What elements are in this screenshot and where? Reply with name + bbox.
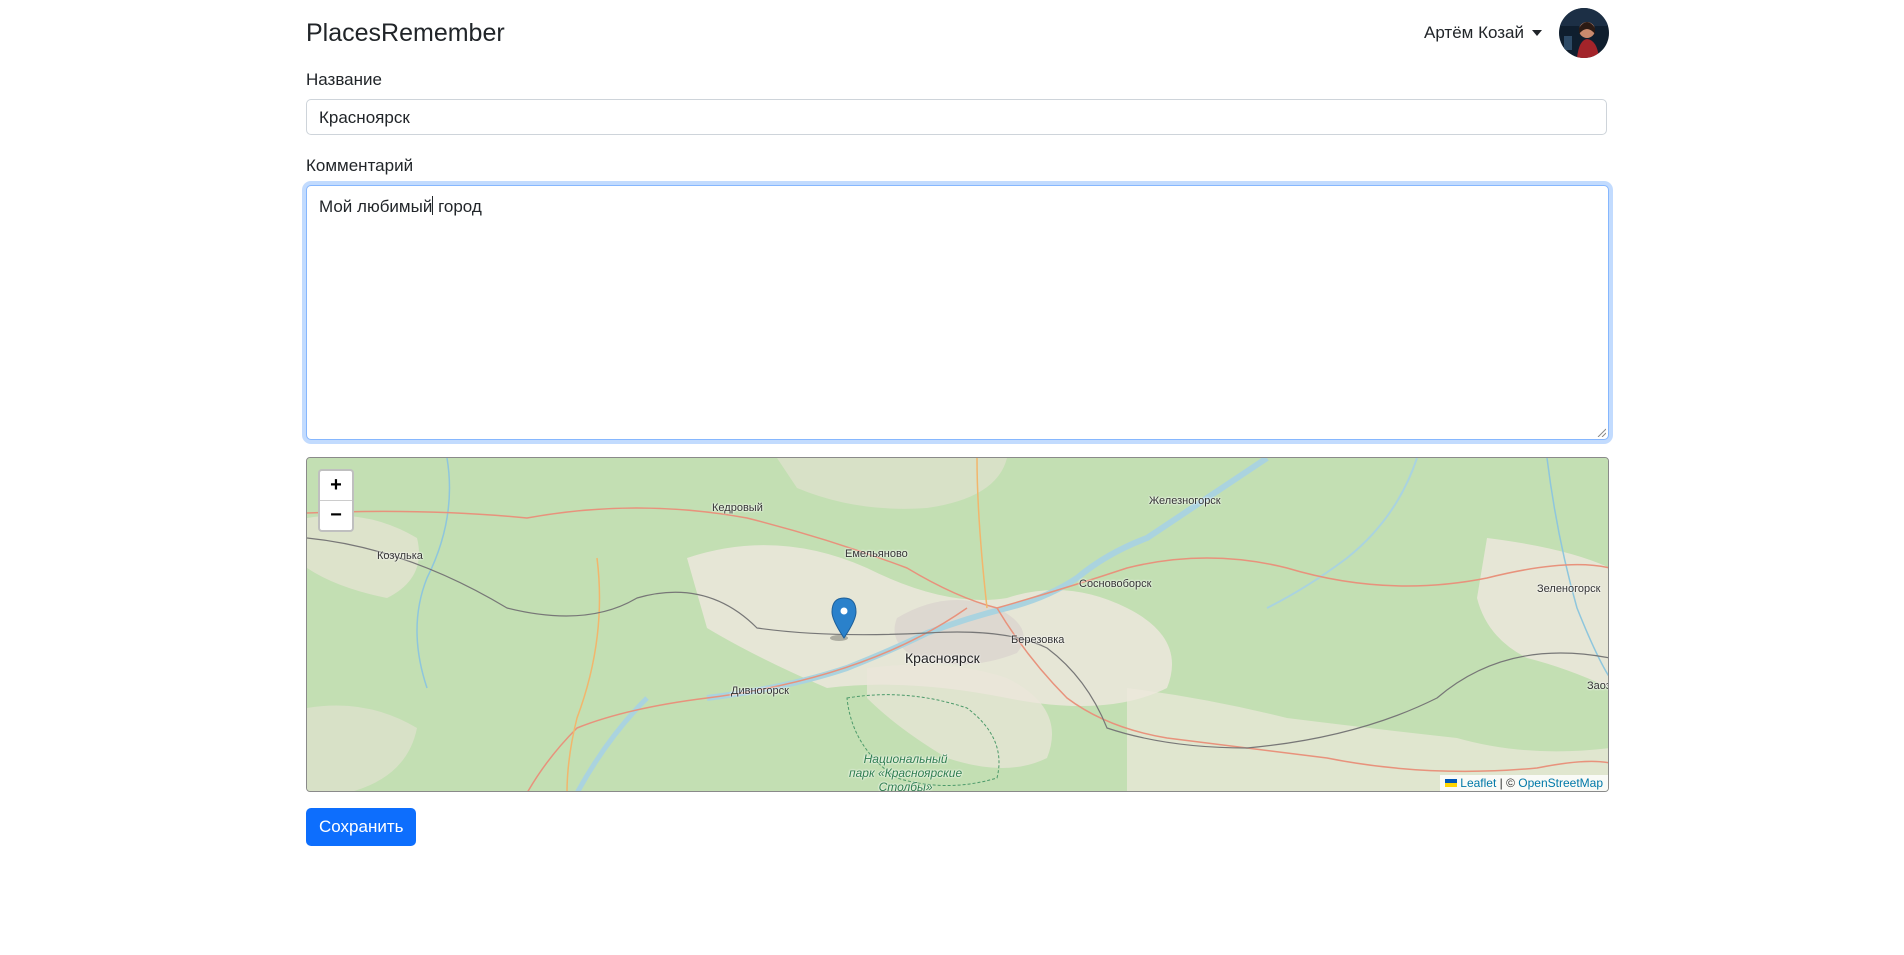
place-label: Емельяново [845,548,908,560]
user-menu[interactable]: Артём Козай [1424,8,1609,58]
save-button[interactable]: Сохранить [306,808,417,846]
resize-handle-icon[interactable] [1596,427,1606,437]
name-input[interactable]: Красноярск [306,99,1607,135]
map-tiles[interactable] [307,458,1609,792]
park-label-line: парк «Красноярские [849,766,963,780]
dropdown-caret-icon[interactable] [1532,30,1542,36]
leaflet-link[interactable]: Leaflet [1460,776,1496,790]
place-label: Березовка [1011,634,1065,646]
ukraine-flag-icon [1445,779,1458,787]
zoom-in-button[interactable]: + [320,471,352,501]
place-label: Железногорск [1149,495,1221,507]
place-label: Сосновоборск [1079,578,1152,590]
zoom-control: + − [318,469,354,532]
place-label: Дивногорск [731,685,789,697]
zoom-out-button[interactable]: − [320,501,352,530]
brand-logo[interactable]: PlacesRemember [306,19,505,48]
place-label: Зеленогорск [1537,583,1601,595]
name-label: Название [306,70,382,89]
navbar: PlacesRemember Артём Козай [306,0,1609,70]
map[interactable]: Кедровый Железногорск Козулька Емельянов… [306,457,1609,792]
place-label-city: Красноярск [905,650,980,666]
attribution-separator: | © [1496,776,1519,790]
user-name[interactable]: Артём Козай [1424,23,1524,43]
park-label: Национальный парк «Красноярские Столбы» [849,752,963,792]
openstreetmap-link[interactable]: OpenStreetMap [1518,776,1603,790]
comment-text-before-cursor: Мой любимый [319,197,433,216]
map-attribution: Leaflet | © OpenStreetMap [1440,775,1608,791]
place-label: Козулька [377,550,423,562]
place-label: Кедровый [712,502,763,514]
comment-label: Комментарий [306,156,414,175]
comment-text-after-cursor: город [433,197,482,216]
avatar[interactable] [1559,8,1609,58]
park-label-line: Столбы» [878,780,933,792]
comment-textarea[interactable]: Мой любимый город [306,185,1609,440]
place-label: Заоз [1587,680,1609,692]
park-label-line: Национальный [863,752,948,766]
page-container: PlacesRemember Артём Козай Название Крас… [306,0,1609,846]
